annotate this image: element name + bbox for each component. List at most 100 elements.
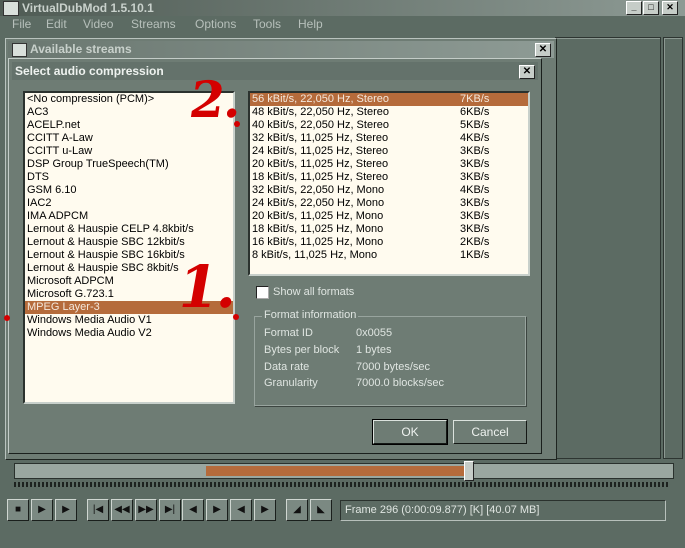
format-rate: 3KB/s bbox=[460, 145, 490, 157]
stop-icon[interactable]: ■ bbox=[7, 499, 29, 521]
pane-border bbox=[663, 37, 683, 459]
format-rate: 4KB/s bbox=[460, 132, 490, 144]
codec-item[interactable]: DTS bbox=[25, 171, 233, 184]
codec-item[interactable]: GSM 6.10 bbox=[25, 184, 233, 197]
bytes-per-block-label: Bytes per block bbox=[264, 344, 340, 356]
dialog-icon bbox=[12, 43, 27, 57]
menu-video[interactable]: Video bbox=[83, 16, 113, 33]
data-rate-label: Data rate bbox=[264, 361, 310, 373]
step-forward-icon[interactable]: ▶▶ bbox=[135, 499, 157, 521]
format-rate: 3KB/s bbox=[460, 158, 490, 170]
step-back-icon[interactable]: ◀◀ bbox=[111, 499, 133, 521]
codec-item[interactable]: Lernout & Hauspie CELP 4.8kbit/s bbox=[25, 223, 233, 236]
annotation-marker-2: 2. bbox=[185, 70, 247, 129]
format-description: 20 kBit/s, 11,025 Hz, Stereo bbox=[252, 158, 389, 170]
audio-dialog-title: Select audio compression bbox=[15, 64, 164, 78]
format-rate: 1KB/s bbox=[460, 249, 490, 261]
granularity-label: Granularity bbox=[264, 377, 318, 389]
codec-item[interactable]: IAC2 bbox=[25, 197, 233, 210]
menu-options[interactable]: Options bbox=[195, 16, 236, 33]
format-description: 24 kBit/s, 11,025 Hz, Stereo bbox=[252, 145, 389, 157]
main-window-title: VirtualDubMod 1.5.10.1 bbox=[22, 1, 154, 15]
format-description: 16 kBit/s, 11,025 Hz, Mono bbox=[252, 236, 384, 248]
timeline-selection bbox=[206, 466, 469, 476]
maximize-icon[interactable]: □ bbox=[643, 1, 659, 15]
app-icon bbox=[3, 1, 19, 16]
audio-close-icon[interactable]: ✕ bbox=[519, 65, 535, 79]
codec-item[interactable]: IMA ADPCM bbox=[25, 210, 233, 223]
format-rate: 5KB/s bbox=[460, 119, 490, 131]
format-list[interactable]: 56 kBit/s, 22,050 Hz, Stereo 7KB/s 48 kBit… bbox=[248, 91, 530, 276]
go-start-icon[interactable]: |◀ bbox=[87, 499, 109, 521]
format-item[interactable]: 20 kBit/s, 11,025 Hz, Mono 3KB/s bbox=[250, 210, 528, 223]
show-all-formats-label: Show all formats bbox=[273, 286, 355, 298]
format-item[interactable]: 32 kBit/s, 11,025 Hz, Stereo 4KB/s bbox=[250, 132, 528, 145]
scene-forward-icon[interactable]: ▶ bbox=[254, 499, 276, 521]
minimize-icon[interactable]: _ bbox=[626, 1, 642, 15]
format-rate: 3KB/s bbox=[460, 197, 490, 209]
format-id-value: 0x0055 bbox=[356, 327, 393, 339]
codec-list[interactable]: <No compression (PCM)> AC3 ACELP.net CCITT … bbox=[23, 91, 235, 404]
format-item[interactable]: 32 kBit/s, 22,050 Hz, Mono 4KB/s bbox=[250, 184, 528, 197]
menu-edit[interactable]: Edit bbox=[46, 16, 67, 33]
mark-in-icon[interactable]: ◢ bbox=[286, 499, 308, 521]
format-item[interactable]: 18 kBit/s, 11,025 Hz, Stereo 3KB/s bbox=[250, 171, 528, 184]
format-description: 20 kBit/s, 11,025 Hz, Mono bbox=[252, 210, 384, 222]
format-item[interactable]: 8 kBit/s, 11,025 Hz, Mono 1KB/s bbox=[250, 249, 528, 262]
menubar: File Edit Video Streams Options Tools He… bbox=[0, 16, 685, 33]
format-information-title: Format information bbox=[262, 309, 359, 321]
menu-tools[interactable]: Tools bbox=[253, 16, 281, 33]
format-rate: 3KB/s bbox=[460, 171, 490, 183]
format-rate: 6KB/s bbox=[460, 106, 490, 118]
play-input-icon[interactable]: ▶ bbox=[31, 499, 53, 521]
format-rate: 4KB/s bbox=[460, 184, 490, 196]
format-description: 24 kBit/s, 22,050 Hz, Mono bbox=[252, 197, 385, 209]
mark-out-icon[interactable]: ◣ bbox=[310, 499, 332, 521]
format-item[interactable]: 20 kBit/s, 11,025 Hz, Stereo 3KB/s bbox=[250, 158, 528, 171]
codec-item[interactable]: CCITT u-Law bbox=[25, 145, 233, 158]
format-item[interactable]: 18 kBit/s, 11,025 Hz, Mono 3KB/s bbox=[250, 223, 528, 236]
codec-item[interactable]: Windows Media Audio V2 bbox=[25, 327, 233, 340]
format-item[interactable]: 24 kBit/s, 11,025 Hz, Stereo 3KB/s bbox=[250, 145, 528, 158]
format-id-label: Format ID bbox=[264, 327, 313, 339]
format-description: 48 kBit/s, 22,050 Hz, Stereo bbox=[252, 106, 389, 118]
streams-dialog-title: Available streams bbox=[30, 42, 132, 56]
close-icon[interactable]: ✕ bbox=[662, 1, 678, 15]
annotation-marker-1: 1. bbox=[172, 253, 245, 321]
granularity-value: 7000.0 blocks/sec bbox=[356, 377, 445, 389]
format-item[interactable]: 40 kBit/s, 22,050 Hz, Stereo 5KB/s bbox=[250, 119, 528, 132]
menu-streams[interactable]: Streams bbox=[131, 16, 176, 33]
timeline-thumb[interactable] bbox=[464, 461, 474, 481]
annotation-dot bbox=[234, 121, 240, 127]
ok-button[interactable]: OK bbox=[372, 419, 448, 445]
go-end-icon[interactable]: ▶| bbox=[159, 499, 181, 521]
format-item[interactable]: 24 kBit/s, 22,050 Hz, Mono 3KB/s bbox=[250, 197, 528, 210]
audio-dialog-titlebar: Select audio compression ✕ bbox=[12, 62, 538, 80]
format-description: 18 kBit/s, 11,025 Hz, Stereo bbox=[252, 171, 389, 183]
annotation-dot bbox=[233, 314, 239, 320]
format-item[interactable]: 56 kBit/s, 22,050 Hz, Stereo 7KB/s bbox=[250, 93, 528, 106]
format-item[interactable]: 48 kBit/s, 22,050 Hz, Stereo 6KB/s bbox=[250, 106, 528, 119]
timeline-slider[interactable] bbox=[14, 461, 674, 481]
format-description: 32 kBit/s, 22,050 Hz, Mono bbox=[252, 184, 385, 196]
scene-back-icon[interactable]: ◀ bbox=[230, 499, 252, 521]
prev-keyframe-icon[interactable]: ◀ bbox=[182, 499, 204, 521]
cancel-button[interactable]: Cancel bbox=[453, 420, 527, 444]
streams-titlebar: Available streams ✕ bbox=[8, 41, 554, 58]
format-rate: 3KB/s bbox=[460, 210, 490, 222]
show-all-formats-checkbox[interactable] bbox=[256, 286, 269, 299]
format-description: 8 kBit/s, 11,025 Hz, Mono bbox=[252, 249, 378, 261]
format-description: 18 kBit/s, 11,025 Hz, Mono bbox=[252, 223, 384, 235]
codec-item[interactable]: DSP Group TrueSpeech(TM) bbox=[25, 158, 233, 171]
codec-item[interactable]: Lernout & Hauspie SBC 12kbit/s bbox=[25, 236, 233, 249]
menu-help[interactable]: Help bbox=[298, 16, 323, 33]
timeline-ticks bbox=[14, 482, 670, 487]
menu-file[interactable]: File bbox=[12, 16, 31, 33]
streams-close-icon[interactable]: ✕ bbox=[535, 43, 551, 57]
next-keyframe-icon[interactable]: ▶ bbox=[206, 499, 228, 521]
format-description: 40 kBit/s, 22,050 Hz, Stereo bbox=[252, 119, 389, 131]
play-output-icon[interactable]: ▶ bbox=[55, 499, 77, 521]
format-item[interactable]: 16 kBit/s, 11,025 Hz, Mono 2KB/s bbox=[250, 236, 528, 249]
format-rate: 3KB/s bbox=[460, 223, 490, 235]
codec-item[interactable]: CCITT A-Law bbox=[25, 132, 233, 145]
